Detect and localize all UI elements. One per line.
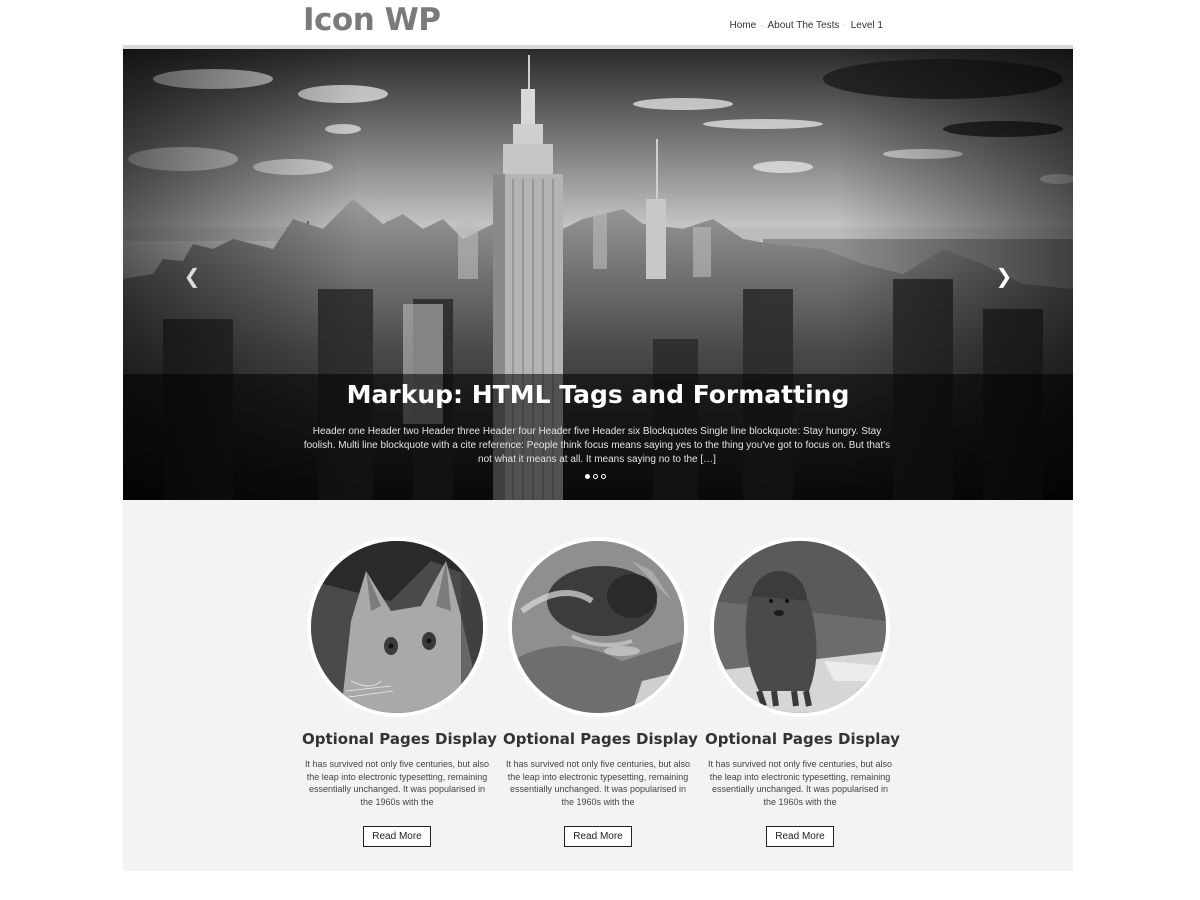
feature-card: Optional Pages Display It has survived n… bbox=[705, 537, 900, 847]
slider-dot-1[interactable] bbox=[585, 474, 590, 479]
read-more-button[interactable]: Read More bbox=[363, 826, 431, 847]
feature-title: Optional Pages Display bbox=[705, 730, 900, 748]
chevron-left-icon: ❮ bbox=[183, 264, 201, 288]
slide-title-link[interactable]: Markup: HTML Tags and Formatting bbox=[123, 380, 1073, 409]
main-nav: Home · About The Tests · Level 1 bbox=[726, 20, 886, 31]
feature-text: It has survived not only five centuries,… bbox=[707, 759, 893, 807]
page: Icon WP Home · About The Tests · Level 1 bbox=[0, 0, 1200, 900]
nav-item-home[interactable]: Home bbox=[726, 20, 759, 31]
feature-title: Optional Pages Display bbox=[503, 730, 698, 748]
feature-text: It has survived not only five centuries,… bbox=[304, 759, 490, 807]
feature-title: Optional Pages Display bbox=[302, 730, 497, 748]
read-more-button[interactable]: Read More bbox=[564, 826, 632, 847]
dog-photo bbox=[714, 541, 886, 713]
nav-item-about-the-tests[interactable]: About The Tests bbox=[765, 20, 843, 31]
feature-image-bee[interactable] bbox=[508, 537, 688, 717]
feature-image-cat[interactable] bbox=[307, 537, 487, 717]
slider-pagination bbox=[585, 474, 606, 479]
feature-text: It has survived not only five centuries,… bbox=[505, 759, 691, 807]
slider-dot-3[interactable] bbox=[601, 474, 606, 479]
feature-card: Optional Pages Display It has survived n… bbox=[503, 537, 698, 847]
slider-next-arrow[interactable]: ❯ bbox=[993, 265, 1015, 287]
nav-item-level-1[interactable]: Level 1 bbox=[848, 20, 886, 31]
slide-excerpt: Header one Header two Header three Heade… bbox=[303, 426, 891, 465]
read-more-button[interactable]: Read More bbox=[766, 826, 834, 847]
hero-slider: ❮ ❯ Markup: HTML Tags and Formatting Hea… bbox=[123, 49, 1073, 500]
chevron-right-icon: ❯ bbox=[995, 264, 1013, 288]
site-title-link[interactable]: Icon WP bbox=[303, 0, 441, 40]
site-header: Icon WP Home · About The Tests · Level 1 bbox=[123, 0, 1073, 46]
slider-dot-2[interactable] bbox=[593, 474, 598, 479]
features-section: Optional Pages Display It has survived n… bbox=[123, 500, 1073, 871]
slider-prev-arrow[interactable]: ❮ bbox=[181, 265, 203, 287]
feature-image-dog[interactable] bbox=[710, 537, 890, 717]
bee-photo bbox=[512, 541, 684, 713]
cat-photo bbox=[311, 541, 483, 713]
feature-card: Optional Pages Display It has survived n… bbox=[302, 537, 497, 847]
